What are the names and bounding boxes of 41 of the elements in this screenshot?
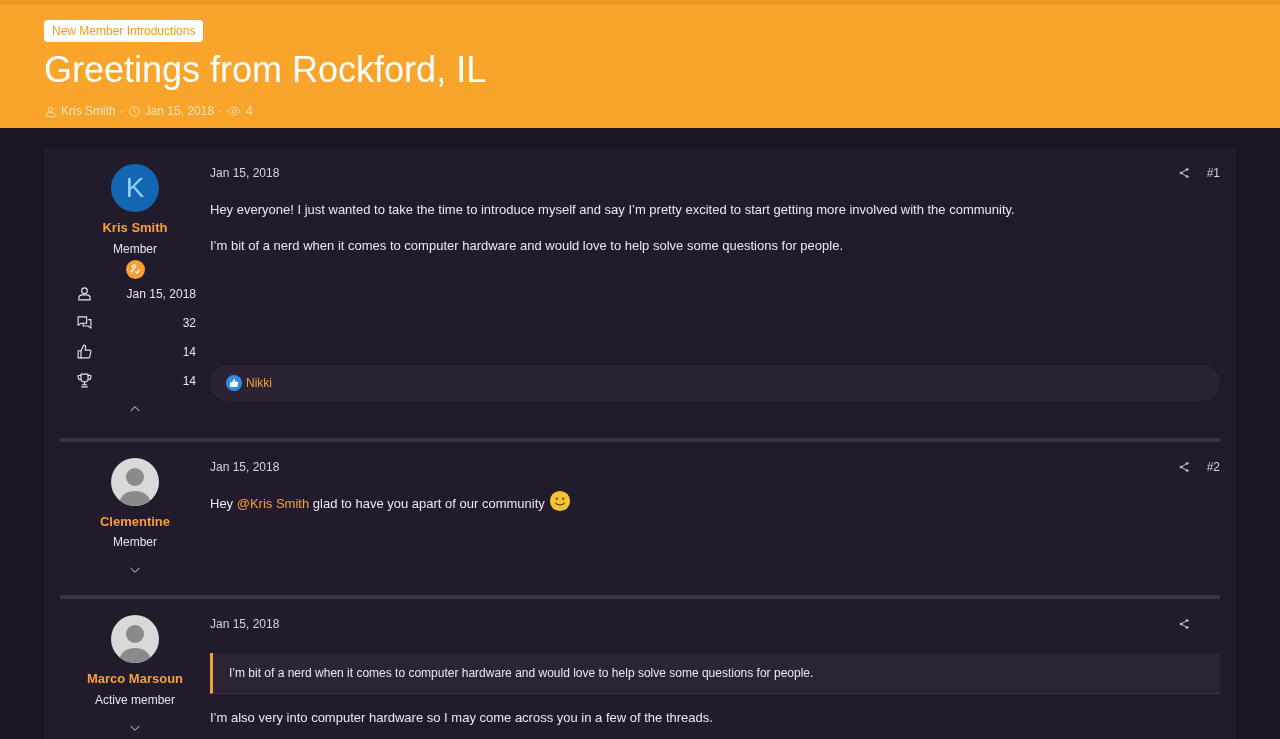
username-link[interactable]: Marco Marsoun (86, 669, 184, 689)
mention-link[interactable]: @Kris Smith (236, 495, 310, 511)
user-role: Member (113, 534, 157, 551)
post-text: Hey @Kris Smith glad to have you apart of our community (210, 494, 545, 513)
stat-value: 14 (182, 372, 196, 390)
post-text: I’m bit of a nerd when it comes to computer hardware and would love to help solve some questions for people. (210, 236, 843, 255)
separator-dot: · (218, 103, 223, 120)
view-count: 4 (246, 103, 253, 120)
trophy-icon (76, 372, 93, 389)
user-icon (76, 285, 93, 302)
eye-icon (226, 104, 243, 118)
clock-icon (127, 104, 141, 118)
avatar[interactable]: K (111, 164, 159, 212)
avatar[interactable] (111, 615, 159, 663)
username-link[interactable]: Clementine (99, 511, 171, 531)
user-role: Member (113, 240, 157, 258)
post-number[interactable]: #2 (1204, 457, 1220, 476)
stat-value: 14 (182, 343, 196, 361)
post-date[interactable]: Jan 15, 2018 (210, 615, 280, 633)
post-date[interactable]: Jan 15, 2018 (210, 164, 280, 182)
user-icon (44, 104, 57, 118)
quote-block: I’m bit of a nerd when it comes to computer hardware and would love to help solve some questions for people. (210, 653, 1220, 694)
post-text: Hey everyone! I just wanted to take the time to introduce myself and say I’m pretty excited to start getting more involved with the community. (210, 201, 1015, 219)
thumbs-up-icon (76, 343, 93, 360)
avatar[interactable] (111, 457, 159, 506)
stat-value: 32 (182, 314, 196, 332)
reaction-user-link[interactable]: Nikki (246, 374, 272, 392)
post-date[interactable]: Jan 15, 2018 (210, 457, 280, 476)
smiley-icon (548, 490, 571, 513)
post-text: I’m also very into computer hardware so I may come across you in a few of the threads. (210, 709, 713, 727)
separator-dot: · (119, 103, 124, 120)
share-icon[interactable] (1178, 460, 1190, 473)
post-number[interactable]: #1 (1204, 164, 1220, 182)
user-role: Active member (95, 691, 175, 709)
share-icon[interactable] (1178, 167, 1190, 179)
stat-value: Jan 15, 2018 (126, 285, 196, 303)
thread-title: Greetings from Rockford, IL (44, 48, 488, 92)
like-icon (226, 375, 242, 391)
share-icon[interactable] (1178, 618, 1190, 630)
username-link[interactable]: Kris Smith (102, 218, 168, 238)
chat-bubbles-icon (76, 314, 93, 331)
